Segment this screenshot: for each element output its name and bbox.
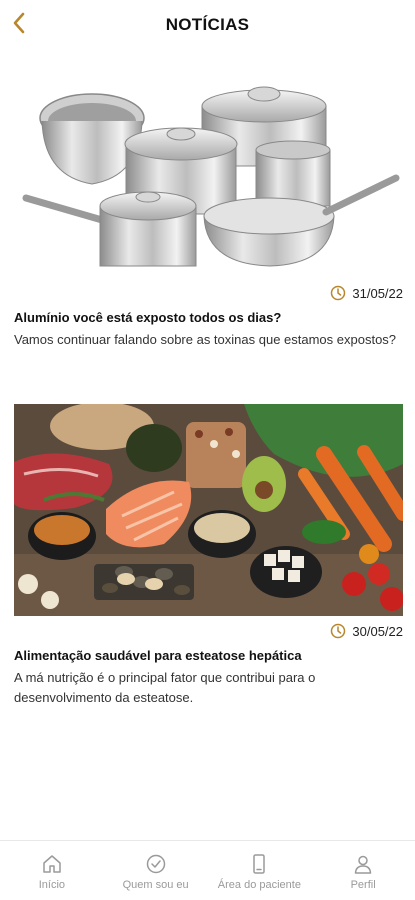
home-icon — [41, 853, 63, 875]
tab-quem-sou-eu[interactable]: Quem sou eu — [104, 841, 208, 900]
tab-label: Área do paciente — [217, 879, 301, 891]
bottom-tab-bar: Início Quem sou eu Área do paciente Perf… — [0, 840, 415, 900]
news-date: 30/05/22 — [352, 623, 403, 639]
tab-inicio[interactable]: Início — [0, 841, 104, 900]
news-title[interactable]: Alimentação saudável para esteatose hepá… — [14, 648, 403, 663]
news-image-healthy-food — [14, 404, 403, 616]
clock-icon — [330, 623, 346, 639]
clock-icon — [330, 285, 346, 301]
news-title[interactable]: Alumínio você está exposto todos os dias… — [14, 310, 403, 325]
tab-label: Quem sou eu — [122, 879, 189, 891]
tab-label: Perfil — [350, 879, 376, 891]
check-circle-icon — [145, 853, 167, 875]
news-image-cookware — [14, 66, 403, 278]
news-date: 31/05/22 — [352, 285, 403, 301]
news-card[interactable]: 30/05/22 Alimentação saudável para estea… — [14, 404, 403, 708]
news-date-row: 31/05/22 — [14, 281, 403, 305]
tab-label: Início — [38, 879, 66, 891]
news-description: Vamos continuar falando sobre as toxinas… — [14, 332, 397, 347]
tab-perfil[interactable]: Perfil — [311, 841, 415, 900]
news-description: A má nutrição é o principal fator que co… — [14, 670, 316, 705]
top-bar: NOTÍCIAS — [0, 0, 415, 52]
news-date-row: 30/05/22 — [14, 619, 403, 643]
phone-icon — [248, 853, 270, 875]
page-title: NOTÍCIAS — [165, 15, 250, 34]
tab-area-do-paciente[interactable]: Área do paciente — [208, 841, 312, 900]
news-card[interactable]: 31/05/22 Alumínio você está exposto todo… — [14, 66, 403, 350]
user-icon — [352, 853, 374, 875]
